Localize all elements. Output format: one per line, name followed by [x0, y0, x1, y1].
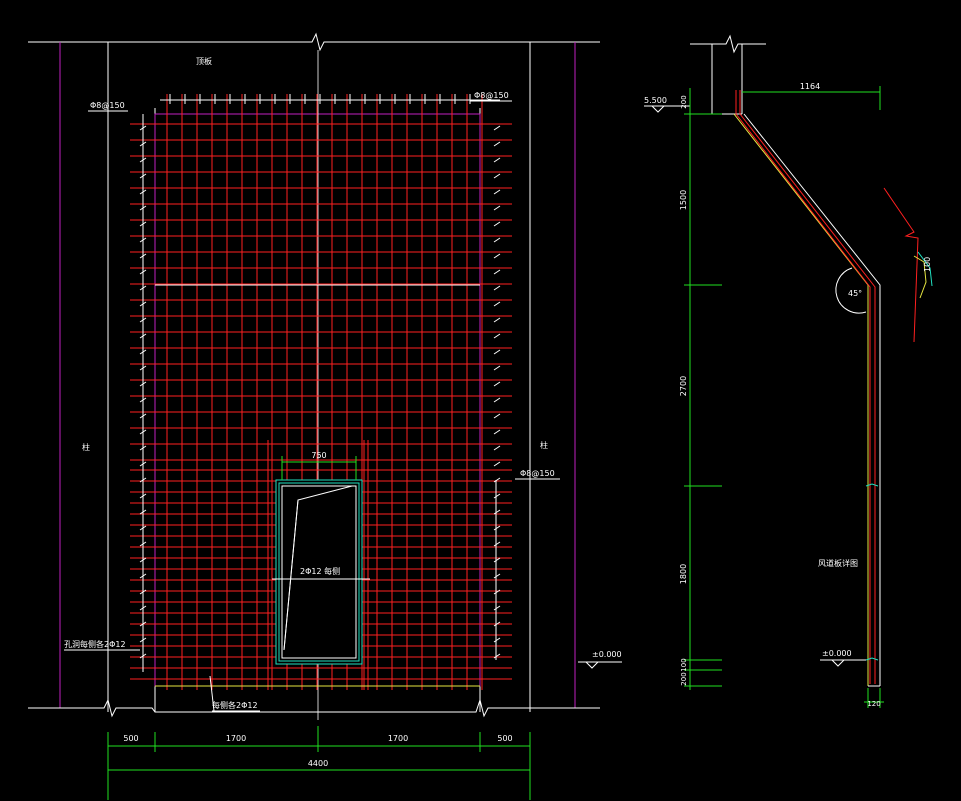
right-tick: [493, 301, 501, 307]
dim-3: 500: [497, 734, 512, 743]
top-break-line: [28, 32, 600, 52]
thickness-dimension: 120: [864, 688, 884, 708]
horizontal-dimension: 1164: [742, 82, 881, 110]
right-tick: [493, 317, 501, 323]
cad-drawing-canvas: 750 2Φ12 每侧 顶板 Φ8@150 Φ8@150 Φ8@150 柱 柱 …: [28, 32, 933, 800]
section-level-zero: ±0.000: [820, 649, 866, 667]
duct-rebar-b: [739, 90, 876, 684]
right-tick: [493, 605, 501, 611]
detail-dim-text: 100: [923, 257, 932, 272]
right-tick: [493, 413, 501, 419]
opening-dim-text: 750: [311, 451, 326, 460]
v-dim-top: 200: [680, 95, 688, 108]
right-tick: [493, 461, 501, 467]
section-top-break: [690, 34, 766, 54]
rebar-right-label: Φ8@150: [520, 469, 555, 478]
section-view: 45° 5.500 1164 200 1500 2700 1800 100 20…: [644, 34, 933, 708]
duct-rebar-a: [735, 90, 871, 684]
right-tick: [493, 365, 501, 371]
right-tick: [493, 221, 501, 227]
rebar-top-left-label: Φ8@150: [90, 101, 125, 110]
right-tick: [493, 637, 501, 643]
right-tick: [493, 237, 501, 243]
detail-sketch: 100: [883, 187, 933, 343]
right-tick: [493, 525, 501, 531]
right-tick: [493, 573, 501, 579]
v-dim-0: 1500: [679, 190, 688, 210]
dim-total: 4400: [308, 759, 328, 768]
dim-1: 1700: [226, 734, 246, 743]
bottom-dimension-chain: 500 1700 1700 500 4400: [107, 726, 531, 800]
dim-0: 500: [123, 734, 138, 743]
duct-slab-outer: [733, 113, 869, 686]
bottom-note: 每侧各2Φ12: [212, 700, 258, 710]
level-zero-text: ±0.000: [592, 650, 622, 659]
v-dim-3: 100: [680, 658, 688, 671]
right-tick: [493, 253, 501, 259]
opening-bar-text: 2Φ12 每侧: [300, 566, 340, 576]
right-tick: [493, 493, 501, 499]
v-dim-2: 1800: [679, 564, 688, 584]
bottom-break-line: [28, 698, 600, 718]
right-tick: [493, 141, 501, 147]
vertical-dimension-chain: 200 1500 2700 1800 100 200: [679, 88, 722, 690]
right-tick: [493, 541, 501, 547]
wind-duct-label: 风道板详图: [818, 558, 858, 568]
duct-slab-inner: [743, 113, 881, 686]
level-zero-marker: ±0.000: [578, 650, 622, 669]
right-tick: [493, 381, 501, 387]
dim-2: 1700: [388, 734, 408, 743]
bend-angle-text: 45°: [848, 289, 862, 298]
right-tick: [493, 285, 501, 291]
section-level-zero-text: ±0.000: [822, 649, 852, 658]
right-tick: [493, 397, 501, 403]
opening-dimension: 750: [281, 451, 357, 480]
right-tick: [493, 269, 501, 275]
right-column-label: 柱: [540, 440, 548, 450]
v-dim-4: 200: [680, 672, 688, 685]
right-tick: [493, 205, 501, 211]
right-tick: [493, 157, 501, 163]
horizontal-dim-text: 1164: [800, 82, 820, 91]
v-dim-1: 2700: [679, 376, 688, 396]
right-tick: [493, 429, 501, 435]
left-column-label: 柱: [82, 442, 90, 452]
elevation-view: 750 2Φ12 每侧 顶板 Φ8@150 Φ8@150 Φ8@150 柱 柱 …: [28, 32, 622, 800]
right-tick: [493, 173, 501, 179]
right-tick: [493, 333, 501, 339]
right-tick: [493, 445, 501, 451]
thickness-text: 120: [867, 700, 880, 708]
right-tick: [493, 125, 501, 131]
right-tick: [493, 349, 501, 355]
top-slab-label: 顶板: [196, 56, 212, 66]
rebar-top-right-label: Φ8@150: [474, 91, 509, 100]
right-tick: [493, 509, 501, 515]
right-tick: [493, 557, 501, 563]
level-top-text: 5.500: [644, 96, 667, 105]
right-tick: [493, 189, 501, 195]
left-bottom-note: 孔洞每侧各2Φ12: [64, 639, 126, 649]
